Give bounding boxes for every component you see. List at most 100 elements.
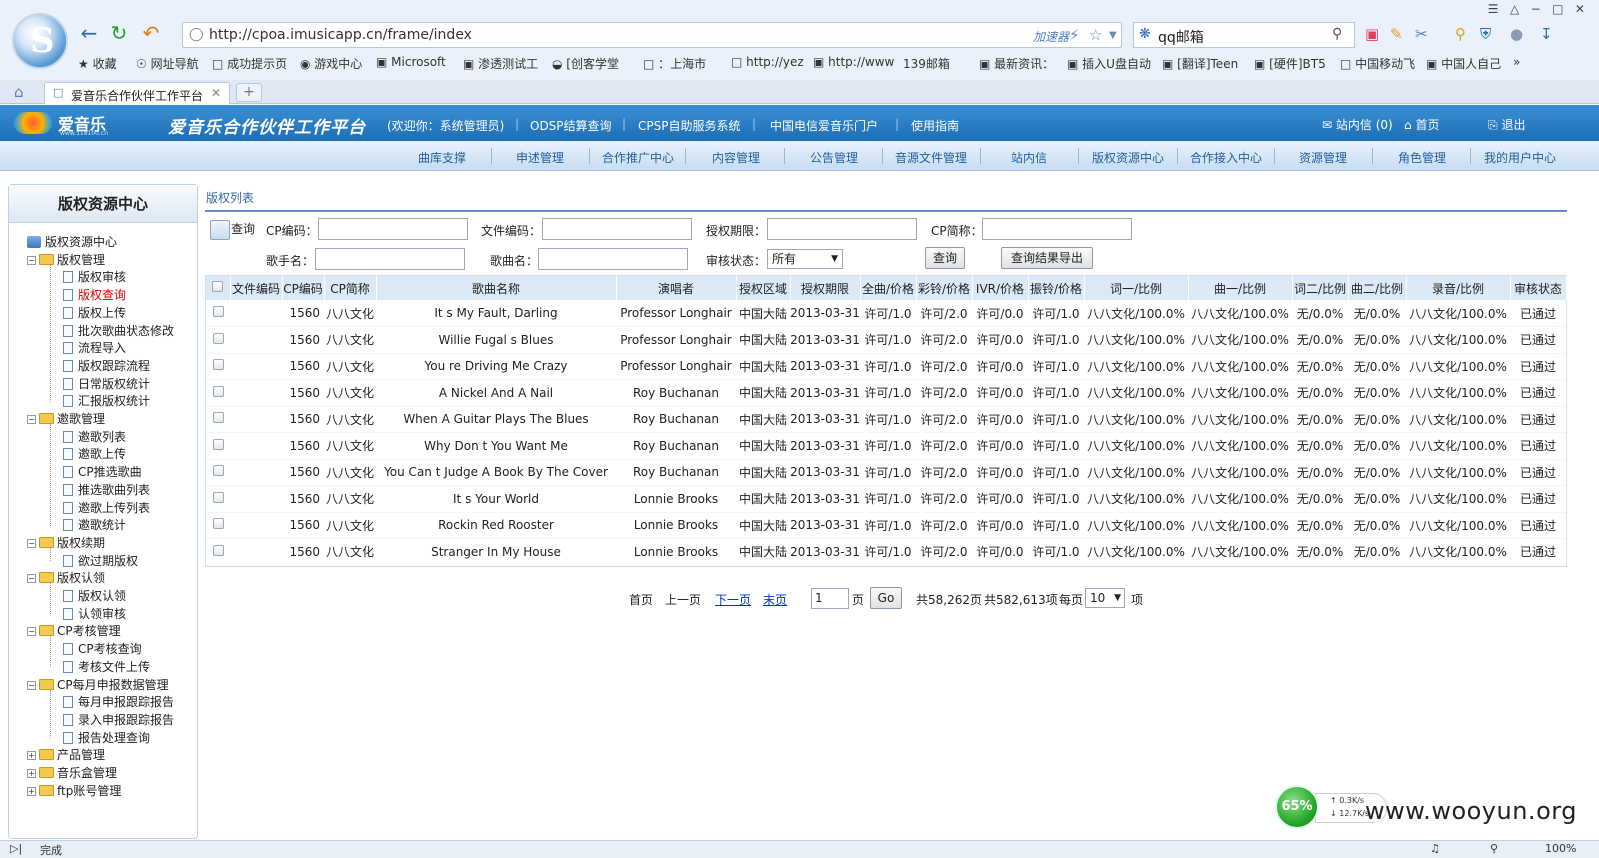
back-icon[interactable]: ← <box>78 22 100 44</box>
row-select-cell[interactable] <box>206 379 230 407</box>
zoom-level[interactable]: 100% <box>1545 842 1576 855</box>
menu-item[interactable]: 合作接入中心 <box>1190 149 1262 166</box>
table-row[interactable]: 1560 八八文化 You Can t Judge A Book By The Co… <box>206 459 1566 486</box>
table-row[interactable]: 1560 八八文化 It s My Fault, Darling Professor … <box>206 300 1566 327</box>
page-number-input[interactable]: 1 <box>811 588 849 609</box>
new-tab-button[interactable]: + <box>236 83 262 102</box>
tree-item[interactable]: 录入申报跟踪报告 <box>63 711 174 729</box>
tree-item[interactable]: 邀歌上传列表 <box>63 499 150 517</box>
window-controls[interactable]: ☰ △ − □ ✕ <box>1488 2 1585 16</box>
tree-item[interactable]: 版权审核 <box>63 268 126 286</box>
row-checkbox[interactable] <box>212 385 224 397</box>
accelerator-label[interactable]: 加速器 <box>1033 28 1069 45</box>
tree-root[interactable]: 版权资源中心 <box>27 233 117 251</box>
collapse-icon[interactable]: − <box>27 538 36 548</box>
row-select-cell[interactable] <box>206 459 230 486</box>
collapse-icon[interactable]: − <box>27 415 36 424</box>
tree-item[interactable]: 邀歌上传 <box>63 445 126 463</box>
tree-item[interactable]: CP考核查询 <box>63 640 142 658</box>
bookmark-item[interactable]: ▣ 插入U盘自动 <box>1067 55 1151 72</box>
bookmark-overflow-icon[interactable]: » <box>1513 55 1520 69</box>
row-select-cell[interactable] <box>206 300 230 327</box>
tree-group[interactable]: − CP每月申报数据管理 <box>27 676 169 694</box>
menu-item[interactable]: 公告管理 <box>810 149 858 166</box>
menu-item[interactable]: 版权资源中心 <box>1092 149 1164 166</box>
logout-link[interactable]: ⎘ 退出 <box>1488 116 1525 133</box>
bookmark-item[interactable]: ▣ 最新资讯： <box>979 55 1054 72</box>
tree-group[interactable]: − 邀歌管理 <box>27 410 105 428</box>
tree-item[interactable]: CP推选歌曲 <box>63 463 142 481</box>
bookmark-item[interactable]: ◒ [创客学堂 <box>552 55 619 72</box>
tree-item[interactable]: 认领审核 <box>63 605 126 623</box>
tree-item[interactable]: 邀歌列表 <box>63 428 126 446</box>
tree-item[interactable]: 报告处理查询 <box>63 729 150 747</box>
bookmark-item[interactable]: ▣ 渗透测试工 <box>463 55 538 72</box>
tree-group[interactable]: + 音乐盒管理 <box>27 764 117 782</box>
speaker-icon[interactable]: ♫ <box>1430 842 1440 855</box>
row-checkbox[interactable] <box>212 491 224 503</box>
guide-link[interactable]: 使用指南 <box>911 117 959 134</box>
tree-group[interactable]: − CP考核管理 <box>27 622 121 640</box>
table-row[interactable]: 1560 八八文化 It s Your World Lonnie Brooks 中国大陆… <box>206 485 1566 513</box>
undo-icon[interactable]: ↶ <box>140 22 162 44</box>
tree-item[interactable]: 每月申报跟踪报告 <box>63 693 174 711</box>
tree-group[interactable]: − 版权管理 <box>27 251 105 269</box>
row-checkbox[interactable] <box>212 359 224 371</box>
note-icon[interactable]: ✎ <box>1390 25 1403 43</box>
tree-item[interactable]: 版权认领 <box>63 587 126 605</box>
bookmark-item[interactable]: □ http://yez <box>731 55 804 69</box>
export-button[interactable]: 查询结果导出 <box>1001 247 1093 269</box>
tree-item[interactable]: 流程导入 <box>63 339 126 357</box>
menu-item[interactable]: 站内信 <box>1011 149 1047 166</box>
menu-item[interactable]: 申述管理 <box>516 149 564 166</box>
key-icon[interactable]: ⚲ <box>1455 25 1466 43</box>
scissors-icon[interactable]: ✂ <box>1415 25 1428 43</box>
extension-icon[interactable]: ▣ <box>1365 25 1379 43</box>
tree-item[interactable]: 批次歌曲状态修改 <box>63 322 174 340</box>
per-page-select[interactable]: 10 ▼ <box>1085 588 1125 608</box>
bookmark-item[interactable]: ▣ Microsoft <box>376 55 446 69</box>
cp-code-input[interactable] <box>318 218 468 240</box>
menu-item[interactable]: 我的用户中心 <box>1484 149 1556 166</box>
cp-name-input[interactable] <box>982 218 1132 240</box>
tree-group[interactable]: − 版权续期 <box>27 534 105 552</box>
bookmark-item[interactable]: ★ 收藏 <box>78 55 117 72</box>
row-checkbox[interactable] <box>212 438 224 450</box>
zoom-icon[interactable]: ⚲ <box>1490 842 1498 855</box>
collapse-icon[interactable]: − <box>27 255 36 265</box>
first-page-link[interactable]: 首页 <box>629 591 653 608</box>
close-icon[interactable]: ✕ <box>211 86 221 100</box>
go-button[interactable]: Go <box>870 587 902 609</box>
file-code-input[interactable] <box>542 218 692 240</box>
row-checkbox[interactable] <box>212 306 224 317</box>
inbox-link[interactable]: ✉ 站内信 (0) <box>1322 116 1393 133</box>
review-status-select[interactable]: 所有 ▼ <box>767 249 843 269</box>
row-select-cell[interactable] <box>206 485 230 513</box>
tree-item[interactable]: 日常版权统计 <box>63 375 150 393</box>
search-icon[interactable]: ⚲ <box>1332 26 1342 42</box>
bookmark-item[interactable]: ◉ 游戏中心 <box>300 55 362 72</box>
tab-active[interactable]: □ 爱音乐合作伙伴工作平台 ✕ <box>44 82 230 104</box>
tree-group[interactable]: + ftp账号管理 <box>27 782 121 800</box>
menu-item[interactable]: 角色管理 <box>1398 149 1446 166</box>
expand-icon[interactable]: + <box>27 751 36 761</box>
select-all-checkbox[interactable] <box>212 281 224 292</box>
tree-item[interactable]: 考核文件上传 <box>63 658 150 676</box>
select-all-cell[interactable] <box>206 276 231 300</box>
menu-item[interactable]: 合作推广中心 <box>602 149 674 166</box>
collapse-icon[interactable]: − <box>27 574 36 584</box>
tab-title[interactable]: 爱音乐合作伙伴工作平台 <box>71 87 203 104</box>
table-row[interactable]: 1560 八八文化 Stranger In My House Lonnie Brook… <box>206 538 1566 566</box>
row-checkbox[interactable] <box>212 518 224 530</box>
tree-item[interactable]: 邀歌统计 <box>63 516 126 534</box>
search-button[interactable]: 查询 <box>925 247 965 269</box>
row-select-cell[interactable] <box>206 432 230 460</box>
table-row[interactable]: 1560 八八文化 When A Guitar Plays The Blues Roy… <box>206 406 1566 433</box>
collapse-icon[interactable]: − <box>27 680 36 690</box>
row-checkbox[interactable] <box>212 544 224 556</box>
tree-item[interactable]: 版权跟踪流程 <box>63 357 150 375</box>
table-row[interactable]: 1560 八八文化 Rockin Red Rooster Lonnie Brooks 中… <box>206 512 1566 539</box>
memory-gauge[interactable]: 65% <box>1275 785 1319 829</box>
row-checkbox[interactable] <box>212 332 224 344</box>
lightning-icon[interactable]: ⚡ <box>1069 26 1080 44</box>
